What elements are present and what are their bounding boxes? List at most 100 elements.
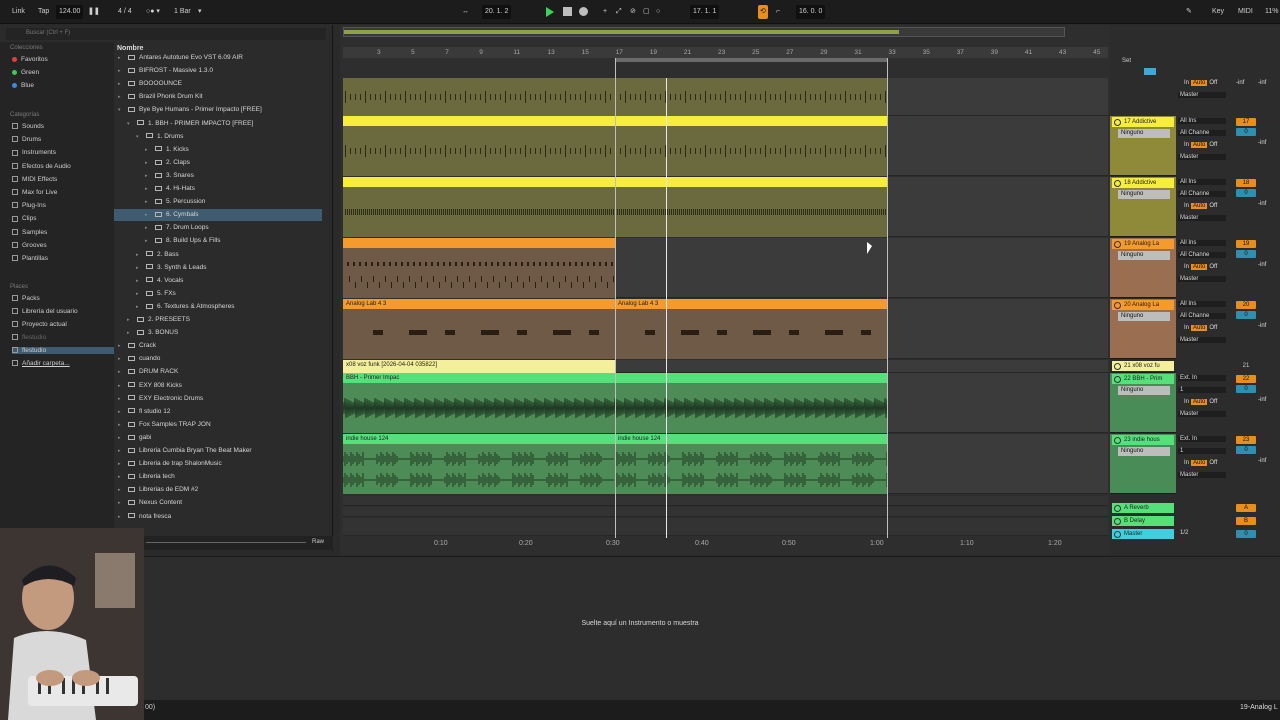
collection-item[interactable]: Blue: [12, 82, 34, 89]
file-row[interactable]: ▸ EXY 808 Kicks: [114, 380, 322, 392]
punch-in-icon[interactable]: ⌐: [776, 5, 780, 19]
beat-ruler[interactable]: 3 5 7 9 11 13 15 17 19 21 23 25 27 29 31 33 35 37 39 41 43 45: [343, 47, 1108, 58]
expand-icon[interactable]: ▸: [136, 275, 144, 287]
tap-button[interactable]: Tap: [38, 5, 49, 19]
input-type[interactable]: Ext. In: [1178, 436, 1226, 442]
expand-icon[interactable]: ▸: [118, 65, 126, 77]
return-name[interactable]: A Reverb: [1112, 503, 1174, 513]
arrangement-clip[interactable]: Analog Lab 4 3: [343, 299, 615, 359]
track-name[interactable]: 20 Analog La: [1112, 300, 1174, 310]
drop-zone-text[interactable]: Suelte aquí un Instrumento o muestra: [0, 620, 1280, 627]
output-select[interactable]: Master: [1178, 411, 1226, 417]
expand-icon[interactable]: ▾: [136, 131, 144, 143]
master-name[interactable]: Master: [1112, 529, 1174, 539]
input-channel[interactable]: All Channe: [1178, 313, 1226, 319]
channel-select[interactable]: 1: [1178, 387, 1226, 393]
monitor-off[interactable]: Off: [1207, 399, 1219, 405]
key-map-button[interactable]: Key: [1212, 5, 1224, 19]
master-pan[interactable]: 0: [1236, 530, 1256, 538]
track-number[interactable]: 19: [1236, 240, 1256, 248]
output-select[interactable]: Master: [1178, 154, 1226, 160]
file-row[interactable]: ▸ 3. Snares: [114, 170, 322, 182]
track-lane[interactable]: BBH - Primer Impac: [343, 373, 1108, 433]
channel-select[interactable]: All Channe: [1178, 191, 1226, 197]
expand-icon[interactable]: ▸: [136, 301, 144, 313]
expand-icon[interactable]: ▾: [127, 118, 135, 130]
return-lane[interactable]: [343, 518, 1108, 536]
re-enable-icon[interactable]: ⊘: [630, 5, 636, 19]
expand-icon[interactable]: ▸: [118, 91, 126, 103]
file-row[interactable]: ▸ 2. PRESEETS: [114, 314, 322, 326]
place-item[interactable]: flestudio: [12, 347, 114, 354]
file-row[interactable]: ▸ 2. Claps: [114, 157, 322, 169]
file-row[interactable]: ▸ BOOOOUNCE: [114, 78, 322, 90]
monitor-auto[interactable]: Auto: [1191, 142, 1208, 148]
input-select[interactable]: All Ins: [1178, 240, 1226, 246]
file-row[interactable]: ▸ 8. Build Ups & Fills: [114, 235, 322, 247]
expand-icon[interactable]: ▸: [118, 393, 126, 405]
place-item[interactable]: Proyecto actual: [12, 321, 67, 328]
track-lane[interactable]: indie house 124 indie house 124: [343, 434, 1108, 494]
fold-icon[interactable]: [1144, 68, 1156, 75]
file-row[interactable]: ▾ 1. BBH - PRIMER IMPACTO [FREE]: [114, 118, 322, 130]
file-row[interactable]: ▸ Libreria Cumbia Bryan The Beat Maker: [114, 445, 322, 457]
channel-select[interactable]: 1: [1178, 448, 1226, 454]
expand-icon[interactable]: ▸: [145, 183, 153, 195]
arrangement-overview[interactable]: [343, 27, 1065, 37]
automation-arm-icon[interactable]: ⤢: [616, 5, 622, 19]
expand-icon[interactable]: ▸: [136, 288, 144, 300]
category-item[interactable]: Plug-Ins: [12, 202, 46, 209]
category-item[interactable]: Grooves: [12, 242, 47, 249]
monitor-in[interactable]: In: [1182, 399, 1191, 405]
file-row[interactable]: ▸ 2. Bass: [114, 249, 322, 261]
arrangement-clip[interactable]: Analog Lab 4 3: [615, 299, 888, 359]
track-number[interactable]: 18: [1236, 179, 1256, 187]
return-letter[interactable]: A: [1236, 504, 1256, 512]
track-lane[interactable]: [343, 116, 1108, 176]
input-select[interactable]: Ext. In: [1178, 436, 1226, 442]
expand-icon[interactable]: ▸: [127, 314, 135, 326]
return-lane[interactable]: [343, 507, 1108, 517]
arrangement-clip[interactable]: x08 voz funk [2026-04-04 035822]: [343, 360, 615, 373]
input-type[interactable]: Ext. In: [1178, 375, 1226, 381]
arrangement-clip[interactable]: indie house 124: [615, 434, 888, 494]
output-select[interactable]: Master: [1178, 215, 1226, 221]
expand-icon[interactable]: ▸: [118, 340, 126, 352]
place-item[interactable]: Librería del usuario: [12, 308, 78, 315]
monitor-auto[interactable]: Auto: [1191, 325, 1208, 331]
category-item[interactable]: MIDI Effects: [12, 176, 57, 183]
monitor-auto[interactable]: Auto: [1191, 399, 1208, 405]
midi-map-button[interactable]: MIDI: [1238, 5, 1253, 19]
monitor-in[interactable]: In: [1182, 264, 1191, 270]
place-item[interactable]: Packs: [12, 295, 40, 302]
expand-icon[interactable]: ▸: [118, 78, 126, 90]
channel-select[interactable]: All Channe: [1178, 130, 1226, 136]
input-channel[interactable]: All Channe: [1178, 191, 1226, 197]
input-type[interactable]: All Ins: [1178, 179, 1226, 185]
track-lane[interactable]: [343, 177, 1108, 237]
channel-select[interactable]: All Channe: [1178, 252, 1226, 258]
collection-item[interactable]: Green: [12, 69, 39, 76]
file-row[interactable]: ▸ 4. Vocals: [114, 275, 322, 287]
expand-icon[interactable]: ▸: [145, 144, 153, 156]
link-button[interactable]: Link: [12, 5, 25, 19]
input-select[interactable]: Ext. In: [1178, 375, 1226, 381]
expand-icon[interactable]: ▸: [118, 471, 126, 483]
file-row[interactable]: ▸ cuando: [114, 353, 322, 365]
preview-scrubber[interactable]: [146, 542, 306, 543]
expand-icon[interactable]: ▸: [145, 196, 153, 208]
draw-mode-icon[interactable]: ✎: [1186, 5, 1192, 19]
pan-value[interactable]: 0: [1236, 189, 1256, 197]
expand-icon[interactable]: ▸: [145, 157, 153, 169]
input-select[interactable]: All Ins: [1178, 179, 1226, 185]
input-type[interactable]: All Ins: [1178, 301, 1226, 307]
expand-icon[interactable]: ▸: [136, 262, 144, 274]
monitor-auto[interactable]: Auto: [1191, 460, 1208, 466]
file-row[interactable]: ▸ 3. BONUS: [114, 327, 322, 339]
time-signature[interactable]: 4 / 4: [118, 5, 132, 19]
category-item[interactable]: Sounds: [12, 123, 44, 130]
monitor-in[interactable]: In: [1182, 80, 1191, 86]
arrangement-clip[interactable]: [343, 238, 615, 298]
pan-value[interactable]: 0: [1236, 128, 1256, 136]
sub-routing[interactable]: Ninguno: [1118, 386, 1170, 395]
